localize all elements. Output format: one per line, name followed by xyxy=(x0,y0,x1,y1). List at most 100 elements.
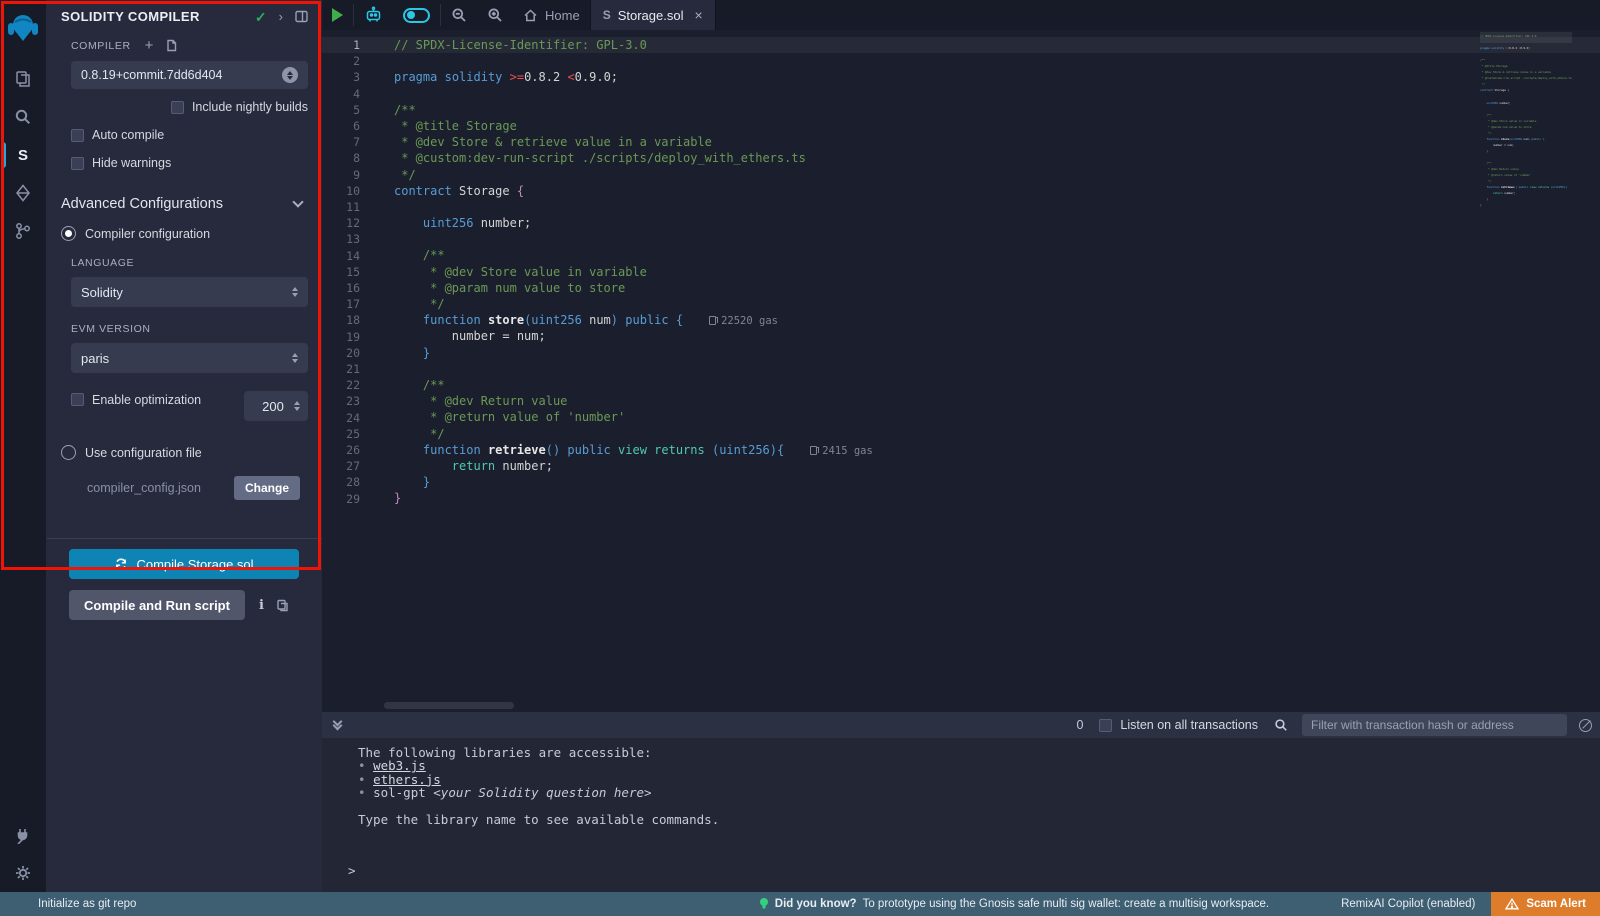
remix-ai-assistant-button[interactable] xyxy=(354,0,393,30)
panel-title: SOLIDITY COMPILER xyxy=(61,9,243,24)
line-number: 25 xyxy=(322,426,360,442)
main-row: S xyxy=(0,0,1600,892)
line-number: 27 xyxy=(322,458,360,474)
terminal[interactable]: The following libraries are accessible:•… xyxy=(322,738,1600,892)
terminal-text: sol-gpt xyxy=(373,785,433,800)
advanced-configurations-toggle[interactable]: Advanced Configurations xyxy=(61,196,308,212)
code-line: uint256 number; xyxy=(394,215,1600,231)
compile-button[interactable]: Compile Storage.sol xyxy=(69,549,299,579)
horizontal-scrollbar[interactable] xyxy=(384,702,514,709)
refresh-icon xyxy=(114,557,128,571)
line-number: 29 xyxy=(322,491,360,507)
copilot-status[interactable]: RemixAI Copilot (enabled) xyxy=(1341,898,1475,910)
compiler-configuration-label: Compiler configuration xyxy=(85,227,210,241)
tab-storage-sol[interactable]: S Storage.sol × xyxy=(590,0,716,30)
terminal-line: • sol-gpt <your Solidity question here> xyxy=(358,786,1600,799)
file-explorer-icon[interactable] xyxy=(3,60,43,98)
compiler-version-select[interactable]: 0.8.19+commit.7dd6d404 xyxy=(71,61,308,89)
toggle-on-icon xyxy=(403,8,430,23)
code-content: // SPDX-License-Identifier: GPL-3.0 prag… xyxy=(378,30,1600,712)
nightly-builds-checkbox[interactable] xyxy=(171,101,184,114)
add-compiler-icon[interactable]: + xyxy=(145,38,154,53)
solidity-file-icon: S xyxy=(603,8,611,22)
code-line xyxy=(394,199,1600,215)
double-chevron-down-icon[interactable] xyxy=(334,721,341,729)
minimap[interactable]: // SPDX-License-Identifier: GPL-3.0 prag… xyxy=(1480,30,1572,712)
editor-toolbar: Home S Storage.sol × xyxy=(322,0,1600,30)
search-icon[interactable] xyxy=(3,98,43,136)
runs-stepper-icon xyxy=(294,401,300,411)
line-number: 6 xyxy=(322,118,360,134)
hide-warnings-label: Hide warnings xyxy=(92,156,171,170)
deploy-and-run-icon[interactable] xyxy=(3,174,43,212)
compile-and-run-button[interactable]: Compile and Run script xyxy=(69,590,245,620)
settings-gear-icon[interactable] xyxy=(3,854,43,892)
copy-icon[interactable] xyxy=(276,599,289,612)
code-line xyxy=(394,86,1600,102)
info-icon[interactable]: i xyxy=(259,598,264,613)
terminal-prompt[interactable]: > xyxy=(348,863,356,878)
clear-console-icon[interactable] xyxy=(1579,719,1592,732)
open-compiler-file-icon[interactable] xyxy=(165,39,178,52)
plugin-manager-icon[interactable] xyxy=(3,816,43,854)
enable-optimization-label: Enable optimization xyxy=(92,391,202,410)
home-tab-label: Home xyxy=(545,8,580,23)
nightly-builds-row: Include nightly builds xyxy=(71,100,308,114)
change-button[interactable]: Change xyxy=(234,476,300,500)
compiler-section-row: COMPILER + xyxy=(71,38,308,53)
split-panel-icon[interactable] xyxy=(295,10,308,23)
terminal-text: Type the library name to see available c… xyxy=(358,812,719,827)
language-select[interactable]: Solidity xyxy=(71,277,308,307)
evm-version-select[interactable]: paris xyxy=(71,343,308,373)
code-line: * @return value of 'number' xyxy=(394,409,1600,425)
code-line: // SPDX-License-Identifier: GPL-3.0 xyxy=(394,37,1600,53)
use-configuration-file-row: Use configuration file xyxy=(61,445,308,460)
use-configuration-file-radio[interactable] xyxy=(61,445,76,460)
terminal-output: The following libraries are accessible:•… xyxy=(358,746,1600,826)
code-line: } xyxy=(1480,202,1572,208)
line-number-gutter: 1234567891011121314151617181920212223242… xyxy=(322,30,378,712)
terminal-toolbar: 0 Listen on all transactions xyxy=(322,712,1600,738)
run-script-play-button[interactable] xyxy=(322,0,353,30)
listen-transactions-label: Listen on all transactions xyxy=(1120,718,1258,732)
minimap-slider[interactable] xyxy=(1480,32,1572,43)
optimization-runs-input[interactable]: 200 xyxy=(244,391,308,421)
code-line: number = num; xyxy=(394,328,1600,344)
enable-optimization-checkbox[interactable] xyxy=(71,393,84,406)
code-line: pragma solidity >=0.8.2 <0.9.0; xyxy=(394,69,1600,85)
chevron-right-icon[interactable]: › xyxy=(279,10,283,23)
copilot-toggle[interactable] xyxy=(393,0,440,30)
transaction-filter-input[interactable] xyxy=(1302,714,1567,736)
line-number: 18 xyxy=(322,312,360,328)
hide-warnings-checkbox[interactable] xyxy=(71,157,84,170)
hide-warnings-row: Hide warnings xyxy=(71,156,308,170)
git-init-button[interactable]: Initialize as git repo xyxy=(38,898,136,910)
close-tab-icon[interactable]: × xyxy=(694,7,702,23)
listen-transactions-checkbox[interactable] xyxy=(1099,719,1112,732)
code-line: /** xyxy=(394,247,1600,263)
line-number: 4 xyxy=(322,86,360,102)
solidity-compiler-icon[interactable]: S xyxy=(3,136,43,174)
zoom-in-icon xyxy=(487,7,503,23)
line-number: 8 xyxy=(322,150,360,166)
line-number: 22 xyxy=(322,377,360,393)
terminal-line: • ethers.js xyxy=(358,773,1600,786)
scam-alert-badge[interactable]: Scam Alert xyxy=(1491,892,1600,916)
zoom-in-button[interactable] xyxy=(477,0,513,30)
compile-button-label: Compile Storage.sol xyxy=(136,557,253,572)
terminal-toolbar-right: 0 Listen on all transactions xyxy=(1076,714,1592,736)
line-number: 12 xyxy=(322,215,360,231)
line-number: 5 xyxy=(322,102,360,118)
git-icon[interactable] xyxy=(3,212,43,250)
line-number: 21 xyxy=(322,361,360,377)
terminal-search-icon[interactable] xyxy=(1274,718,1288,732)
terminal-text: • xyxy=(358,785,373,800)
compiler-configuration-radio[interactable] xyxy=(61,226,76,241)
zoom-out-button[interactable] xyxy=(441,0,477,30)
auto-compile-checkbox[interactable] xyxy=(71,129,84,142)
tab-home[interactable]: Home xyxy=(513,0,590,30)
editor-column: Home S Storage.sol × 1234567891011121314… xyxy=(322,0,1600,892)
zoom-out-icon xyxy=(451,7,467,23)
code-editor[interactable]: 1234567891011121314151617181920212223242… xyxy=(322,30,1600,712)
remix-logo-icon[interactable] xyxy=(3,6,43,52)
